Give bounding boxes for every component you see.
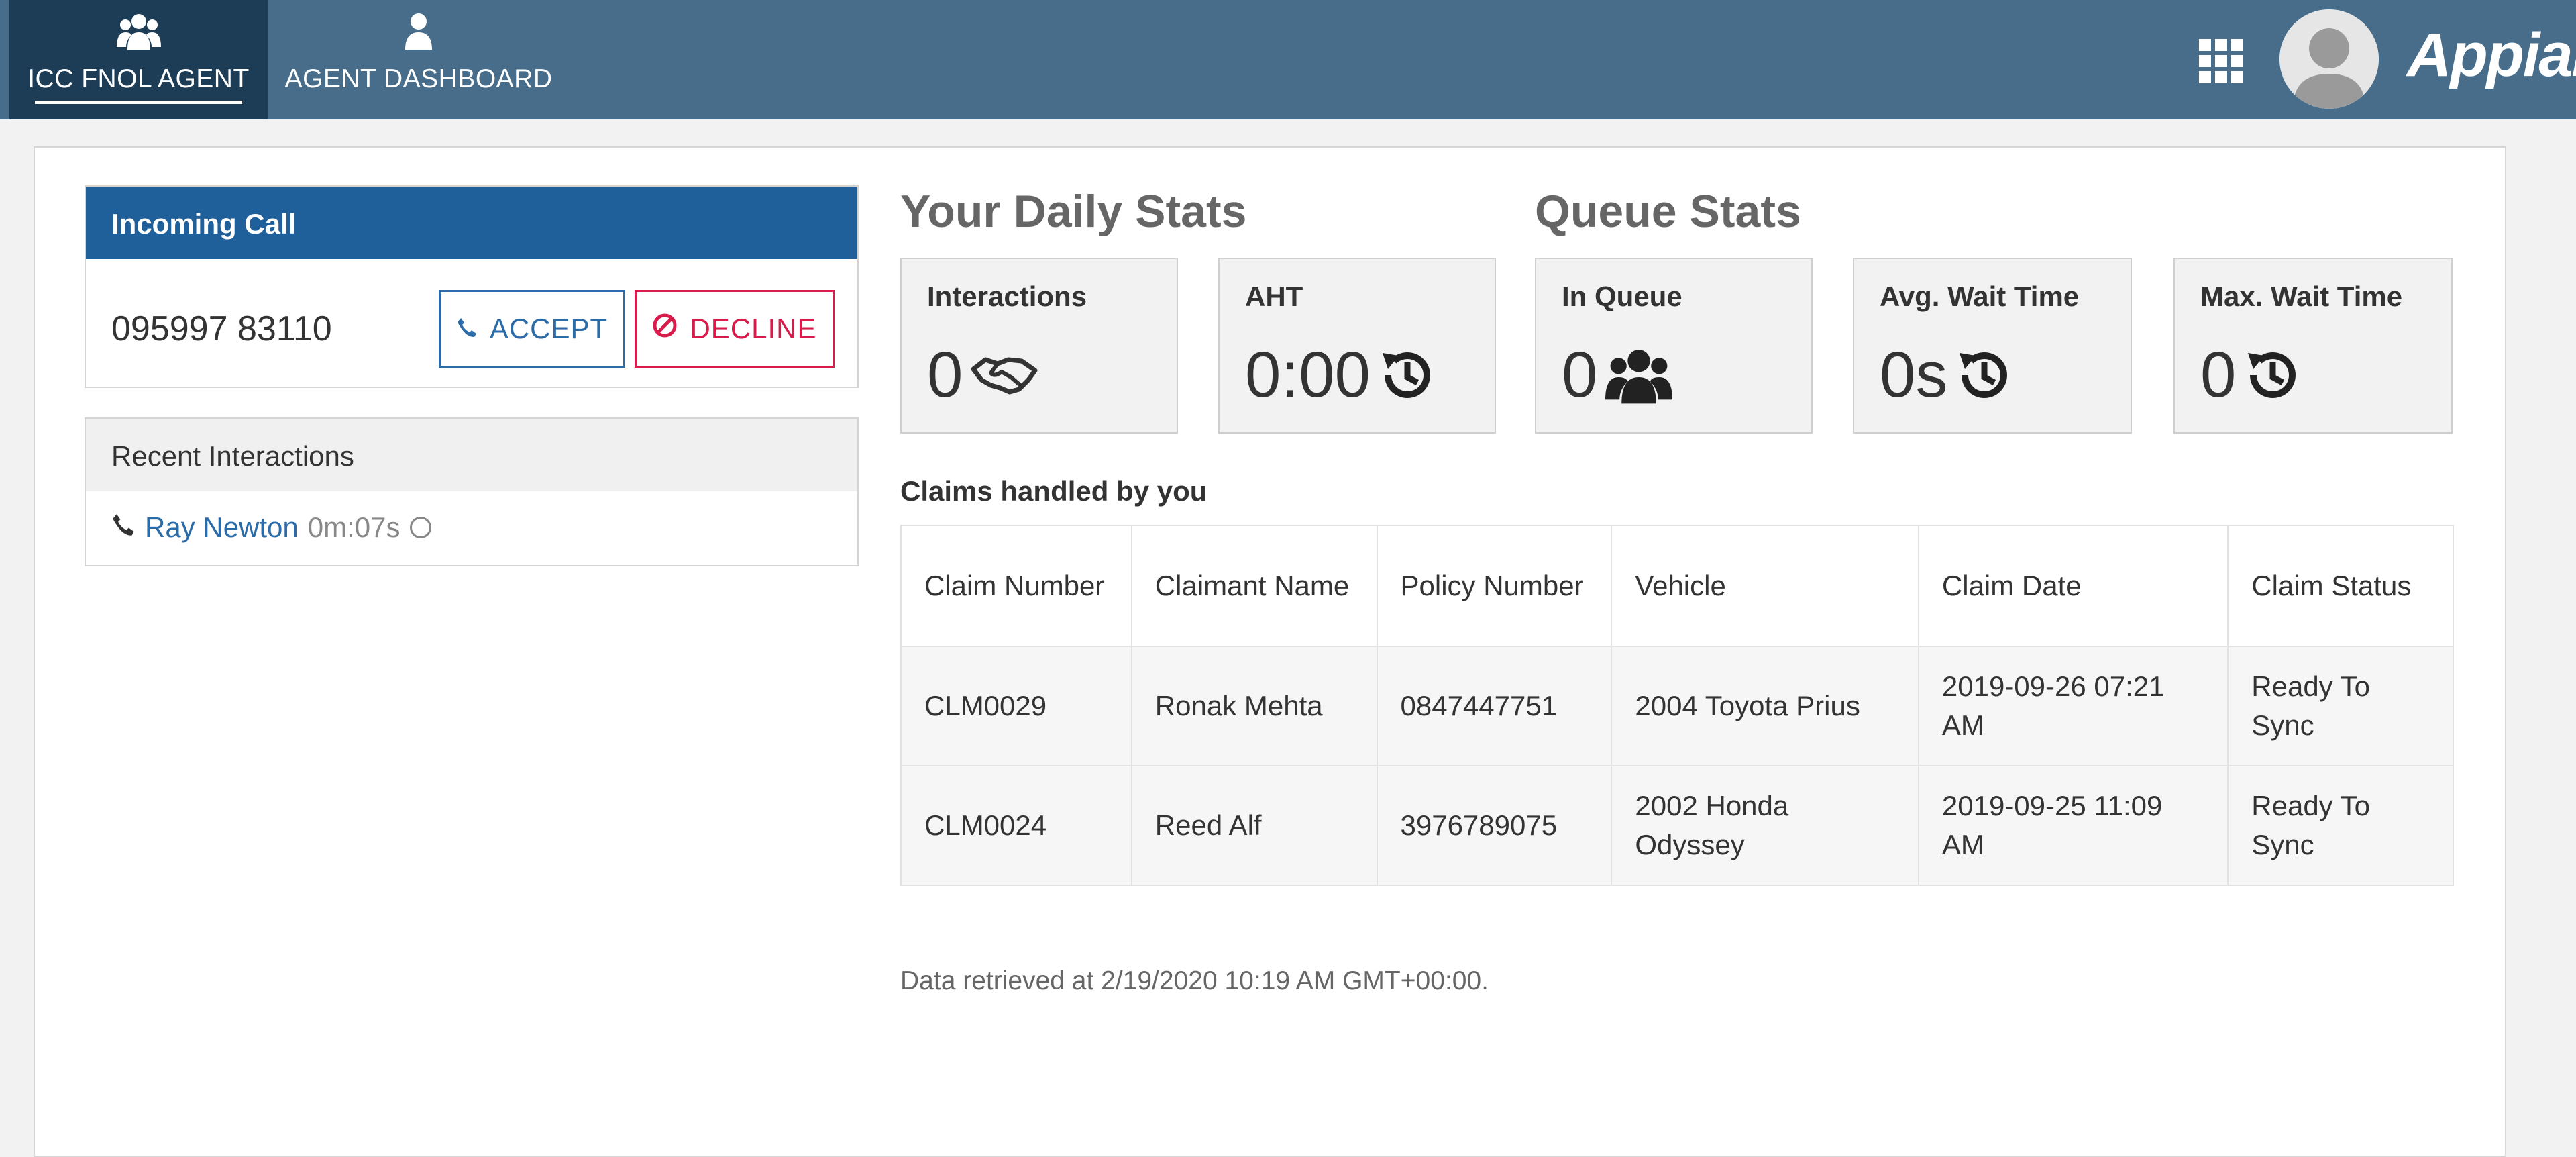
table-cell: Ronak Mehta: [1130, 646, 1378, 766]
tab-label: AGENT DASHBOARD: [284, 64, 553, 93]
table-cell: 2019-09-25 11:09 AM: [1917, 765, 2229, 886]
claims-table-title: Claims handled by you: [900, 475, 1208, 507]
column-header: Claim Number: [900, 525, 1132, 647]
table-header-row: Claim Number Claimant Name Policy Number…: [900, 525, 2454, 647]
recent-interactions-panel: Recent Interactions Ray Newton 0m:07s: [85, 417, 859, 566]
stat-label: Interactions: [927, 281, 1087, 312]
column-header: Policy Number: [1376, 525, 1613, 647]
avatar[interactable]: [2279, 9, 2379, 109]
column-header: Claimant Name: [1130, 525, 1378, 647]
stat-label: Avg. Wait Time: [1880, 281, 2080, 312]
table-cell: 3976789075: [1376, 765, 1613, 886]
table-row: CLM0024 Reed Alf 3976789075 2002 Honda O…: [900, 765, 2454, 886]
stat-value: 0: [1562, 338, 1673, 412]
status-circle-icon: [409, 517, 431, 538]
table-cell: Reed Alf: [1130, 765, 1378, 886]
stat-interactions: Interactions 0: [900, 258, 1178, 434]
grid-icon[interactable]: [2198, 38, 2245, 85]
stat-label: Max. Wait Time: [2200, 281, 2403, 312]
active-tab-underline: [35, 101, 242, 104]
table-cell: Ready To Sync: [2227, 646, 2454, 766]
user-icon: [274, 12, 564, 56]
tab-label: ICC FNOL AGENT: [28, 64, 250, 93]
decline-button[interactable]: DECLINE: [635, 290, 835, 368]
stat-value: 0:00: [1245, 338, 1436, 412]
history-icon: [1955, 346, 2013, 404]
table-cell: CLM0024: [900, 765, 1132, 886]
table-cell: 2004 Toyota Prius: [1611, 646, 1919, 766]
max-wait-value: 0: [2200, 339, 2237, 411]
incoming-call-panel: Incoming Call 095997 83110 ACCEPT DECLIN…: [85, 185, 859, 388]
phone-icon: [456, 313, 478, 345]
accept-label: ACCEPT: [489, 313, 608, 344]
column-header: Claim Status: [2227, 525, 2454, 647]
avg-wait-value: 0s: [1880, 339, 1948, 411]
decline-label: DECLINE: [690, 313, 817, 344]
stat-label: In Queue: [1562, 281, 1682, 312]
history-icon: [1379, 346, 1436, 404]
column-header: Claim Date: [1917, 525, 2229, 647]
appian-logo: Appian: [2407, 21, 2576, 89]
stat-max-wait-time: Max. Wait Time 0: [2174, 258, 2453, 434]
ban-icon: [652, 313, 678, 345]
table-row: CLM0029 Ronak Mehta 0847447751 2004 Toyo…: [900, 646, 2454, 766]
list-item: Ray Newton 0m:07s: [111, 511, 431, 544]
handshake-icon: [971, 354, 1038, 396]
recent-interaction-duration: 0m:07s: [307, 511, 400, 543]
table-cell: 2019-09-26 07:21 AM: [1917, 646, 2229, 766]
history-icon: [2244, 346, 2302, 404]
accept-button[interactable]: ACCEPT: [439, 290, 625, 368]
top-navigation-bar: ICC FNOL AGENT AGENT DASHBOARD Appian: [0, 0, 2576, 119]
stat-in-queue: In Queue 0: [1535, 258, 1813, 434]
table-cell: CLM0029: [900, 646, 1132, 766]
stat-value: 0: [2200, 338, 2302, 412]
table-cell: 0847447751: [1376, 646, 1613, 766]
in-queue-value: 0: [1562, 339, 1598, 411]
users-icon: [1605, 345, 1673, 405]
stat-avg-wait-time: Avg. Wait Time 0s: [1853, 258, 2132, 434]
tab-agent-dashboard[interactable]: AGENT DASHBOARD: [274, 0, 564, 119]
claims-table: Claim Number Claimant Name Policy Number…: [900, 525, 2454, 886]
aht-value: 0:00: [1245, 339, 1371, 411]
incoming-call-title: Incoming Call: [86, 187, 857, 259]
stat-label: AHT: [1245, 281, 1303, 312]
interactions-value: 0: [927, 339, 963, 411]
stat-aht: AHT 0:00: [1218, 258, 1496, 434]
column-header: Vehicle: [1611, 525, 1919, 647]
stat-value: 0: [927, 338, 1038, 412]
users-icon: [9, 12, 268, 56]
tab-icc-fnol-agent[interactable]: ICC FNOL AGENT: [9, 0, 268, 119]
phone-icon: [111, 511, 136, 544]
table-cell: 2002 Honda Odyssey: [1611, 765, 1919, 886]
daily-stats-title: Your Daily Stats: [900, 186, 1247, 237]
caller-phone-number: 095997 83110: [111, 309, 332, 348]
recent-interactions-title: Recent Interactions: [86, 419, 857, 491]
queue-stats-title: Queue Stats: [1535, 186, 1801, 237]
recent-interaction-link[interactable]: Ray Newton: [145, 511, 299, 544]
stat-value: 0s: [1880, 338, 2013, 412]
table-cell: Ready To Sync: [2227, 765, 2454, 886]
data-retrieved-note: Data retrieved at 2/19/2020 10:19 AM GMT…: [900, 966, 1489, 995]
